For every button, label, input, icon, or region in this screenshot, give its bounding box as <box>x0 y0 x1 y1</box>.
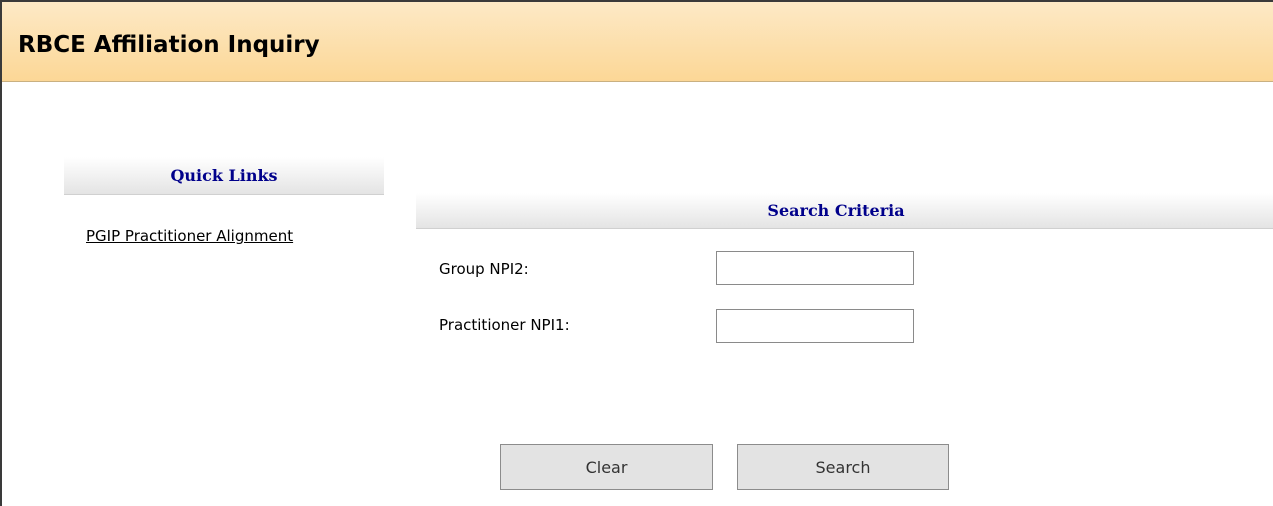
group-npi2-label: Group NPI2: <box>439 260 529 278</box>
quick-links-header: Quick Links <box>64 157 384 195</box>
practitioner-npi1-input[interactable] <box>716 309 914 343</box>
page-header: RBCE Affiliation Inquiry <box>2 2 1273 82</box>
practitioner-npi1-label: Practitioner NPI1: <box>439 316 570 334</box>
search-criteria-header: Search Criteria <box>416 193 1273 229</box>
clear-button[interactable]: Clear <box>500 444 713 490</box>
search-button[interactable]: Search <box>737 444 949 490</box>
search-criteria-title: Search Criteria <box>767 201 905 220</box>
page-title: RBCE Affiliation Inquiry <box>18 32 320 58</box>
quick-link-pgip-practitioner-alignment[interactable]: PGIP Practitioner Alignment <box>86 227 293 245</box>
quick-links-title: Quick Links <box>170 166 278 185</box>
group-npi2-input[interactable] <box>716 251 914 285</box>
